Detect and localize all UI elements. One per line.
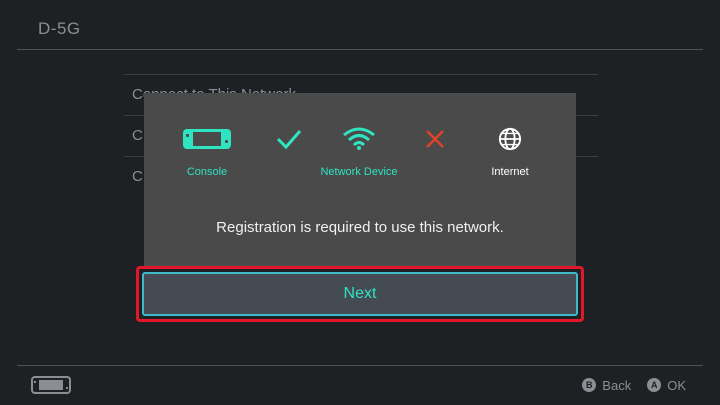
b-button-icon: B (582, 378, 597, 392)
ok-label: OK (667, 377, 686, 393)
a-button-icon: A (647, 378, 662, 392)
header-title: D-5G (38, 19, 81, 38)
next-button[interactable]: Next (142, 272, 578, 316)
back-control[interactable]: B Back (582, 378, 631, 393)
connection-test-dialog: Console Network Device Internet Registra… (144, 93, 576, 267)
dialog-message: Registration is required to use this net… (216, 219, 504, 236)
connection-status-row: Console Network Device Internet (144, 127, 576, 187)
back-label: Back (602, 377, 632, 393)
step-internet: Internet (480, 127, 540, 178)
step-check (274, 127, 304, 156)
globe-icon (497, 127, 523, 155)
footer-divider (17, 365, 703, 366)
step-console-label: Console (186, 166, 228, 178)
step-network-device: Network Device (314, 127, 404, 178)
step-cross (422, 127, 448, 156)
step-network-device-label: Network Device (320, 166, 398, 178)
wifi-icon (342, 127, 376, 155)
footer-console-icon (31, 376, 71, 399)
check-icon (275, 130, 303, 155)
step-internet-label: Internet (491, 166, 529, 178)
ok-control[interactable]: A OK (647, 378, 686, 393)
footer-controls: B Back A OK (582, 376, 686, 394)
step-console: Console (174, 127, 240, 178)
header-divider (17, 49, 703, 50)
cross-icon (423, 130, 447, 155)
console-icon (182, 129, 232, 155)
